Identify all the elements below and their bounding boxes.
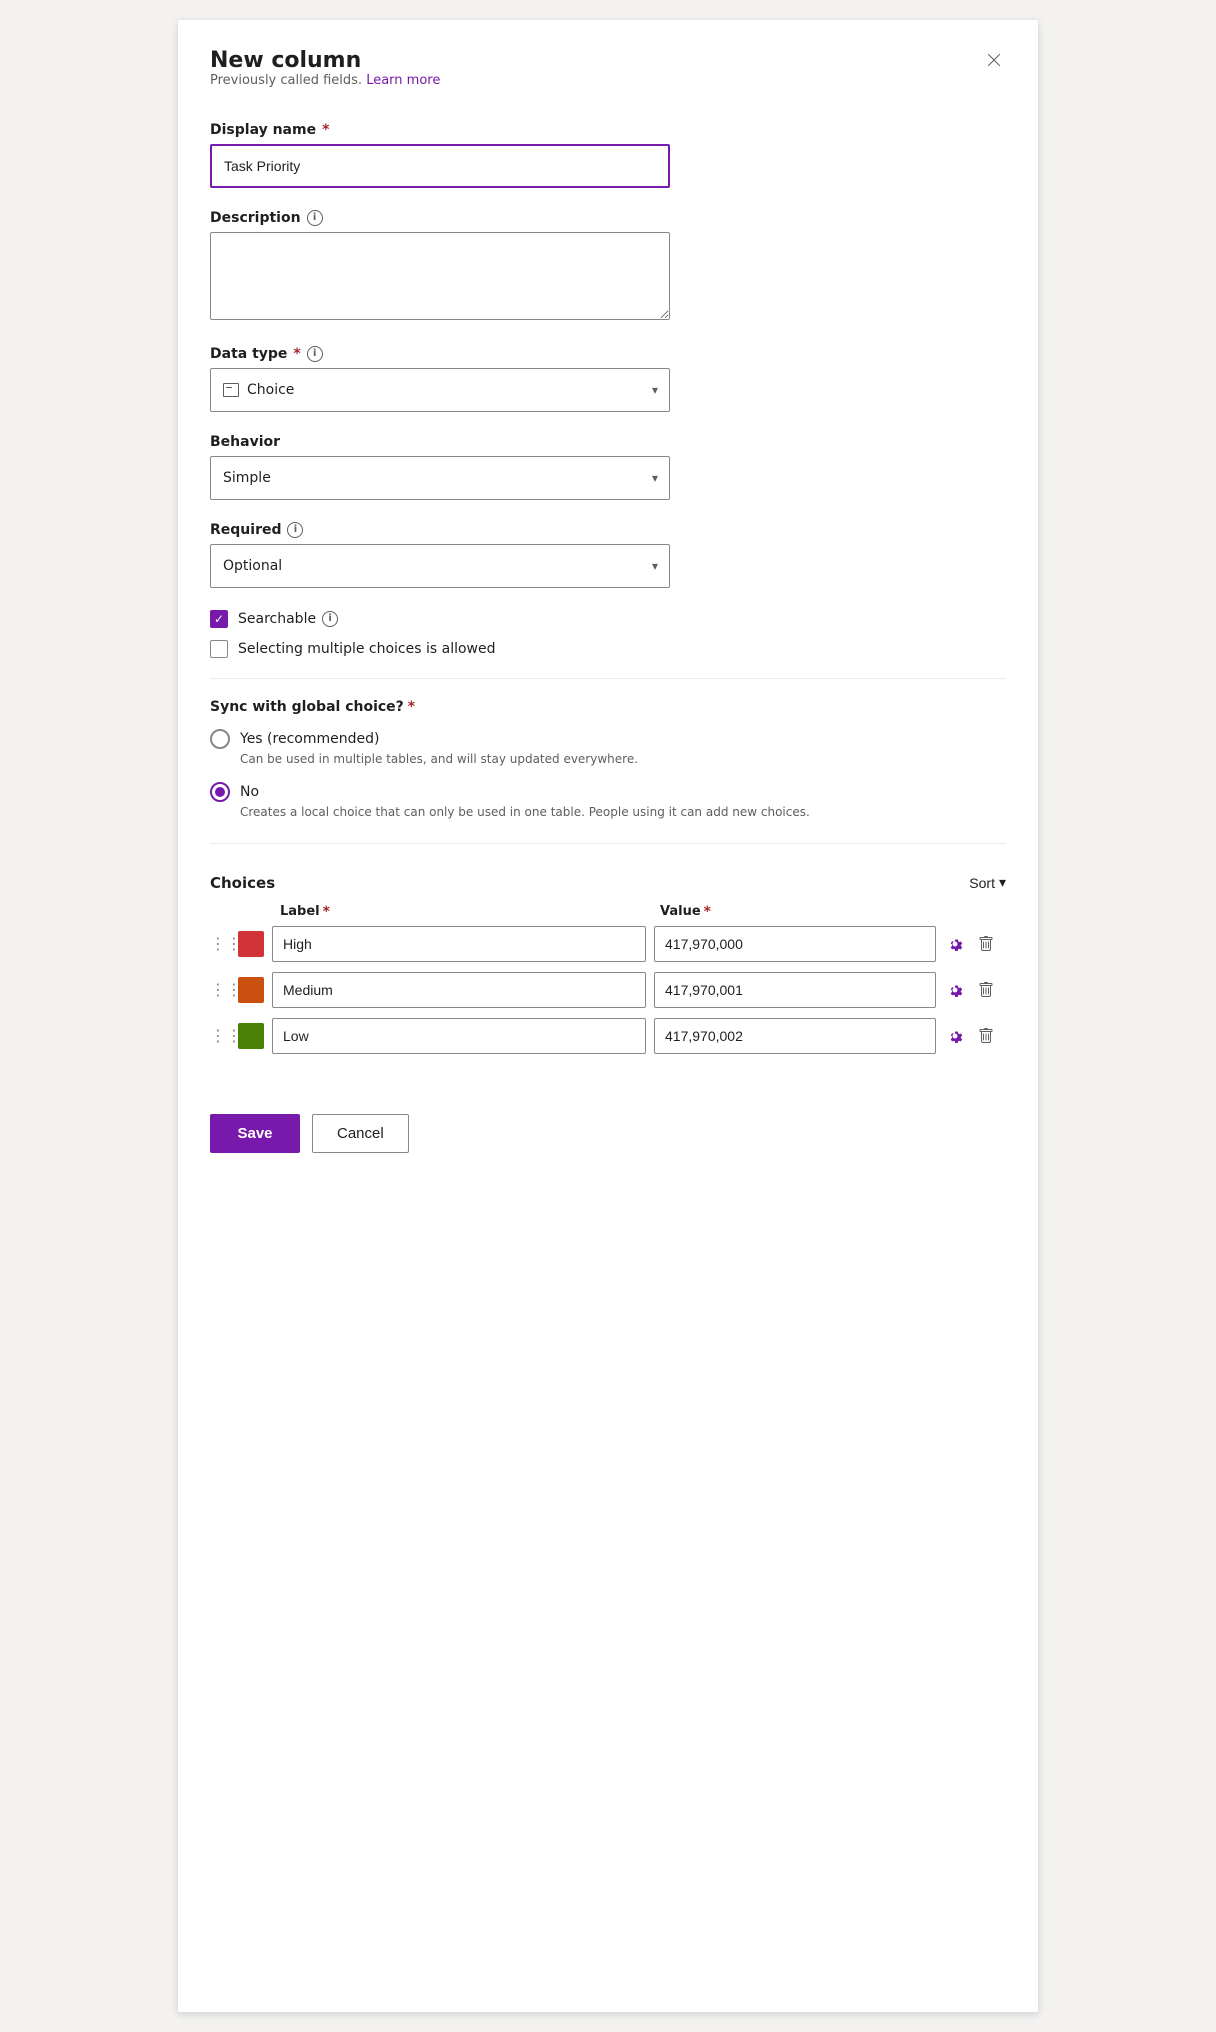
- multiple-choices-row: Selecting multiple choices is allowed: [210, 640, 1006, 658]
- display-name-group: Display name *: [210, 122, 1006, 188]
- sync-yes-radio[interactable]: [210, 729, 230, 749]
- label-col-header: Label *: [280, 904, 652, 920]
- divider-1: [210, 678, 1006, 679]
- required-select[interactable]: Optional ▾: [210, 544, 670, 588]
- choices-col-headers: Label * Value *: [210, 904, 1006, 926]
- searchable-info-icon: i: [322, 611, 338, 627]
- drag-handle[interactable]: ⋮⋮: [210, 980, 238, 999]
- sync-yes-label: Yes (recommended): [240, 731, 379, 747]
- sync-no-radio[interactable]: [210, 782, 230, 802]
- value-col-header: Value *: [652, 904, 942, 920]
- data-type-required-star: *: [293, 346, 300, 362]
- choice-settings-button[interactable]: [942, 1023, 968, 1049]
- sync-global-star: *: [408, 699, 415, 715]
- choice-value-input[interactable]: [654, 1018, 936, 1054]
- close-button[interactable]: [982, 48, 1006, 72]
- required-label: Required i: [210, 522, 1006, 538]
- choice-actions: [942, 931, 1006, 957]
- choice-actions: [942, 1023, 1006, 1049]
- required-star: *: [322, 122, 329, 138]
- choice-rows-container: ⋮⋮ ⋮⋮: [210, 926, 1006, 1054]
- choice-actions: [942, 977, 1006, 1003]
- choice-label-input[interactable]: [272, 972, 646, 1008]
- sync-no-row: No: [210, 782, 1006, 802]
- panel-subtitle: Previously called fields. Learn more: [210, 73, 440, 88]
- sync-global-label: Sync with global choice? *: [210, 699, 1006, 715]
- choice-row: ⋮⋮: [210, 1018, 1006, 1054]
- sync-global-group: Sync with global choice? * Yes (recommen…: [210, 699, 1006, 821]
- choice-row: ⋮⋮: [210, 972, 1006, 1008]
- required-group: Required i Optional ▾: [210, 522, 1006, 588]
- choice-type-icon: [223, 383, 239, 397]
- behavior-label: Behavior: [210, 434, 1006, 450]
- data-type-info-icon: i: [307, 346, 323, 362]
- description-input[interactable]: [210, 232, 670, 320]
- color-swatch[interactable]: [238, 977, 264, 1003]
- panel-title: New column: [210, 48, 440, 73]
- choice-label-input[interactable]: [272, 926, 646, 962]
- searchable-label: Searchable i: [238, 611, 338, 627]
- data-type-group: Data type * i Choice ▾: [210, 346, 1006, 412]
- cancel-button[interactable]: Cancel: [312, 1114, 409, 1153]
- choice-delete-button[interactable]: [974, 978, 998, 1002]
- description-label: Description i: [210, 210, 1006, 226]
- data-type-label: Data type * i: [210, 346, 1006, 362]
- description-group: Description i: [210, 210, 1006, 324]
- color-swatch[interactable]: [238, 931, 264, 957]
- save-button[interactable]: Save: [210, 1114, 300, 1153]
- multiple-choices-checkbox[interactable]: [210, 640, 228, 658]
- choice-value-input[interactable]: [654, 972, 936, 1008]
- choices-header: Choices Sort ▾: [210, 874, 1006, 892]
- required-info-icon: i: [287, 522, 303, 538]
- new-column-panel: New column Previously called fields. Lea…: [178, 20, 1038, 2012]
- footer-actions: Save Cancel: [210, 1094, 1006, 1153]
- sync-global-radio-group: Yes (recommended) Can be used in multipl…: [210, 729, 1006, 821]
- sync-yes-desc: Can be used in multiple tables, and will…: [240, 751, 1006, 768]
- sort-button[interactable]: Sort ▾: [969, 874, 1006, 891]
- choice-delete-button[interactable]: [974, 1024, 998, 1048]
- display-name-label: Display name *: [210, 122, 1006, 138]
- choice-row: ⋮⋮: [210, 926, 1006, 962]
- data-type-display[interactable]: Choice: [210, 368, 670, 412]
- searchable-row: Searchable i: [210, 610, 1006, 628]
- behavior-display[interactable]: Simple: [210, 456, 670, 500]
- choice-value-input[interactable]: [654, 926, 936, 962]
- choice-delete-button[interactable]: [974, 932, 998, 956]
- required-display[interactable]: Optional: [210, 544, 670, 588]
- sync-yes-row: Yes (recommended): [210, 729, 1006, 749]
- searchable-checkbox[interactable]: [210, 610, 228, 628]
- choice-settings-button[interactable]: [942, 931, 968, 957]
- sync-yes-option: Yes (recommended) Can be used in multipl…: [210, 729, 1006, 768]
- panel-header: New column Previously called fields. Lea…: [210, 48, 1006, 116]
- data-type-select[interactable]: Choice ▾: [210, 368, 670, 412]
- description-info-icon: i: [307, 210, 323, 226]
- drag-handle[interactable]: ⋮⋮: [210, 1026, 238, 1045]
- choices-title: Choices: [210, 874, 275, 892]
- divider-2: [210, 843, 1006, 844]
- drag-handle[interactable]: ⋮⋮: [210, 934, 238, 953]
- learn-more-link[interactable]: Learn more: [366, 73, 440, 88]
- sync-no-desc: Creates a local choice that can only be …: [240, 804, 1006, 821]
- multiple-choices-label: Selecting multiple choices is allowed: [238, 641, 496, 657]
- choice-settings-button[interactable]: [942, 977, 968, 1003]
- choices-section: Choices Sort ▾ Label * Value * ⋮⋮: [210, 874, 1006, 1054]
- choice-label-input[interactable]: [272, 1018, 646, 1054]
- color-swatch[interactable]: [238, 1023, 264, 1049]
- behavior-select[interactable]: Simple ▾: [210, 456, 670, 500]
- sync-no-option: No Creates a local choice that can only …: [210, 782, 1006, 821]
- sort-chevron-icon: ▾: [999, 874, 1006, 891]
- display-name-input[interactable]: [210, 144, 670, 188]
- behavior-group: Behavior Simple ▾: [210, 434, 1006, 500]
- sync-no-label: No: [240, 784, 259, 800]
